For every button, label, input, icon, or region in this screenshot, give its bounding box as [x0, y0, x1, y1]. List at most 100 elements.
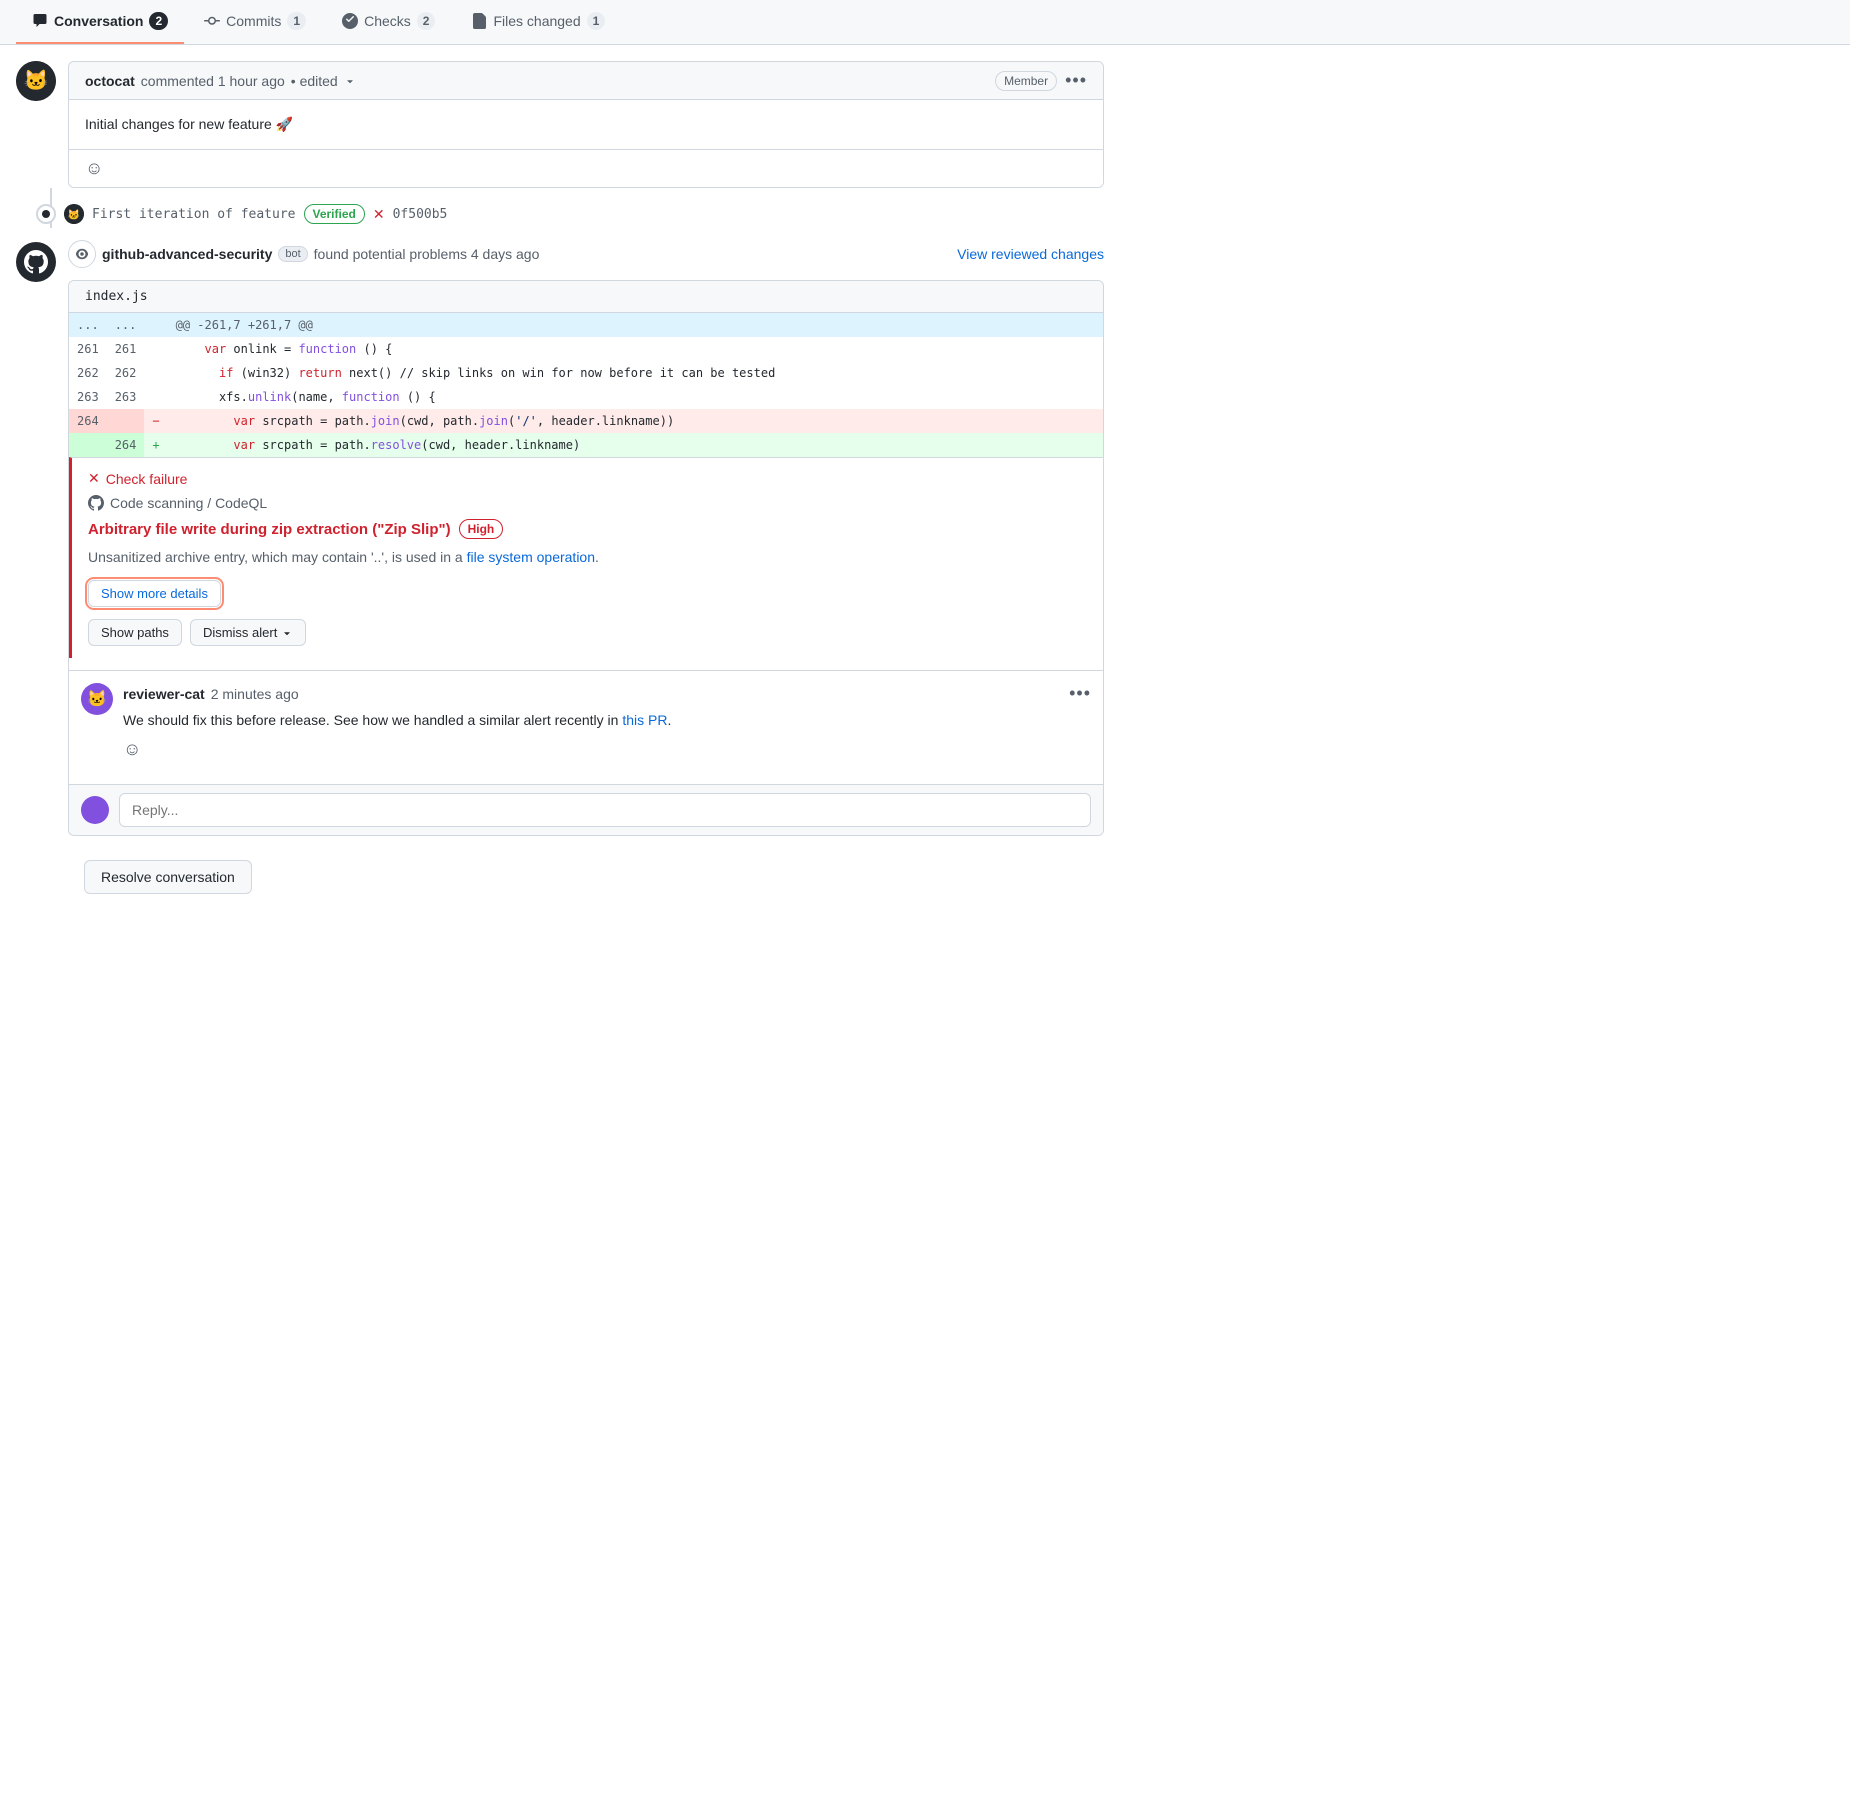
review-left-col [16, 240, 56, 282]
octocat-comment-wrapper: 🐱 octocat commented 1 hour ago • edited … [16, 61, 1104, 188]
reviewer-cat-name: reviewer-cat [123, 686, 205, 702]
commit-hash: 0f500b5 [393, 207, 448, 222]
octocat-comment-header: octocat commented 1 hour ago • edited Me… [69, 62, 1103, 100]
github-logo-icon [24, 250, 48, 274]
code-scanning-title: Code scanning / CodeQL [88, 495, 1087, 511]
svg-text:🐱: 🐱 [68, 209, 80, 221]
tab-conversation-badge: 2 [149, 12, 168, 30]
github-advanced-security-name: github-advanced-security [102, 246, 272, 262]
review-meta-left: github-advanced-security bot found poten… [68, 240, 539, 268]
octocat-comment-header-right: Member ••• [995, 70, 1087, 91]
reviewer-comment-header: reviewer-cat 2 minutes ago ••• [123, 683, 1091, 704]
chevron-down-icon[interactable] [344, 75, 356, 87]
alert-actions: Show paths Dismiss alert [88, 619, 1087, 646]
member-badge: Member [995, 71, 1057, 91]
tab-checks[interactable]: Checks 2 [326, 0, 451, 44]
code-scanning-icon [88, 495, 104, 511]
tab-conversation[interactable]: Conversation 2 [16, 0, 184, 44]
eye-icon [75, 247, 89, 261]
svg-text:🐱: 🐱 [24, 69, 49, 92]
main-content: 🐱 octocat commented 1 hour ago • edited … [0, 45, 1120, 938]
commit-small-avatar-svg: 🐱 [64, 204, 84, 224]
reviewer-comment-menu-button[interactable]: ••• [1069, 683, 1091, 704]
table-row: 264 + var srcpath = path.resolve(cwd, he… [69, 433, 1103, 457]
reviewer-emoji-reaction-button[interactable]: ☺ [123, 739, 141, 759]
reviewer-emoji-bar: ☺ [123, 731, 1091, 760]
high-severity-badge: High [459, 519, 504, 539]
tab-commits-label: Commits [226, 13, 281, 29]
view-reviewed-changes-link[interactable]: View reviewed changes [957, 246, 1104, 262]
check-failure-header: ✕ Check failure [88, 470, 1087, 487]
octocat-comment-box: octocat commented 1 hour ago • edited Me… [68, 61, 1104, 188]
x-check-icon: ✕ [88, 470, 100, 487]
code-scanning-label: Code scanning / CodeQL [110, 495, 267, 511]
alert-description-suffix: . [595, 549, 599, 565]
reviewer-comment-prefix: We should fix this before release. See h… [123, 712, 622, 728]
conversation-icon [32, 13, 48, 29]
review-content: github-advanced-security bot found poten… [68, 240, 1104, 906]
tab-conversation-label: Conversation [54, 13, 143, 29]
github-logo-avatar [16, 242, 56, 282]
alert-title: Arbitrary file write during zip extracti… [88, 519, 1087, 539]
review-wrapper: github-advanced-security bot found poten… [16, 240, 1104, 906]
table-row: 263 263 xfs.unlink(name, function () { [69, 385, 1103, 409]
octocat-comment-time: commented 1 hour ago [141, 73, 285, 89]
table-row: 264 − var srcpath = path.join(cwd, path.… [69, 409, 1103, 433]
resolve-conversation-button[interactable]: Resolve conversation [84, 860, 252, 894]
this-pr-link[interactable]: this PR [622, 712, 667, 728]
files-changed-icon [471, 13, 487, 29]
alert-title-text: Arbitrary file write during zip extracti… [88, 521, 451, 538]
tabs-bar: Conversation 2 Commits 1 Checks 2 Files … [0, 0, 1850, 45]
octocat-comment-edited: • edited [291, 73, 338, 89]
alert-description-prefix: Unsanitized archive entry, which may con… [88, 549, 467, 565]
bot-label: bot [278, 246, 307, 262]
octocat-comment-text: Initial changes for new feature 🚀 [85, 116, 1087, 133]
tab-checks-badge: 2 [417, 12, 436, 30]
reply-input[interactable] [119, 793, 1091, 827]
octocat-comment-emoji-bar: ☺ [69, 149, 1103, 187]
file-system-operation-link[interactable]: file system operation [467, 549, 595, 565]
check-failure-label: Check failure [106, 471, 188, 487]
table-row: 262 262 if (win32) return next() // skip… [69, 361, 1103, 385]
reviewer-comment-wrapper: 🐱 reviewer-cat 2 minutes ago ••• We shou… [69, 670, 1103, 772]
commit-dot-icon [36, 204, 56, 224]
reviewer-comment-time: 2 minutes ago [211, 686, 299, 702]
check-failure-section: ✕ Check failure Code scanning / CodeQL A… [69, 457, 1103, 658]
octocat-comment-header-left: octocat commented 1 hour ago • edited [85, 73, 356, 89]
x-icon: ✕ [373, 206, 385, 223]
eye-icon-circle [68, 240, 96, 268]
hunk-header-text: @@ -261,7 +261,7 @@ [168, 313, 1103, 337]
checks-icon [342, 13, 358, 29]
chevron-down-dismiss-icon [281, 627, 293, 639]
alert-description: Unsanitized archive entry, which may con… [88, 547, 1087, 568]
review-description: found potential problems 4 days ago [314, 246, 540, 262]
table-row: 261 261 var onlink = function () { [69, 337, 1103, 361]
reviewer-comment-suffix: . [667, 712, 671, 728]
show-more-details-button[interactable]: Show more details [88, 580, 221, 607]
tab-files-changed[interactable]: Files changed 1 [455, 0, 621, 44]
dismiss-alert-label: Dismiss alert [203, 625, 277, 640]
commit-line-inner: 🐱 First iteration of feature Verified ✕ … [36, 204, 447, 224]
hunk-new-line-num: ... [107, 313, 145, 337]
show-paths-button[interactable]: Show paths [88, 619, 182, 646]
octocat-author: octocat [85, 73, 135, 89]
commit-small-avatar: 🐱 [64, 204, 84, 224]
tab-commits-badge: 1 [287, 12, 306, 30]
code-diff-table: ... ... @@ -261,7 +261,7 @@ 261 261 var … [69, 313, 1103, 457]
reply-user-avatar [81, 796, 109, 824]
emoji-reaction-button[interactable]: ☺ [85, 158, 103, 178]
reviewer-comment-content: reviewer-cat 2 minutes ago ••• We should… [123, 683, 1091, 760]
commits-icon [204, 13, 220, 29]
commit-line: 🐱 First iteration of feature Verified ✕ … [32, 204, 1104, 224]
hunk-old-line-num: ... [69, 313, 107, 337]
dismiss-alert-button[interactable]: Dismiss alert [190, 619, 306, 646]
octocat-avatar-svg: 🐱 [16, 61, 56, 101]
reviewer-name-time: reviewer-cat 2 minutes ago [123, 686, 299, 702]
reply-area [69, 784, 1103, 835]
octocat-comment-menu-button[interactable]: ••• [1065, 70, 1087, 91]
reviewer-cat-avatar: 🐱 [81, 683, 113, 715]
octocat-avatar: 🐱 [16, 61, 56, 101]
tab-commits[interactable]: Commits 1 [188, 0, 322, 44]
diff-hunk-header: ... ... @@ -261,7 +261,7 @@ [69, 313, 1103, 337]
resolve-section: Resolve conversation [68, 848, 1104, 906]
